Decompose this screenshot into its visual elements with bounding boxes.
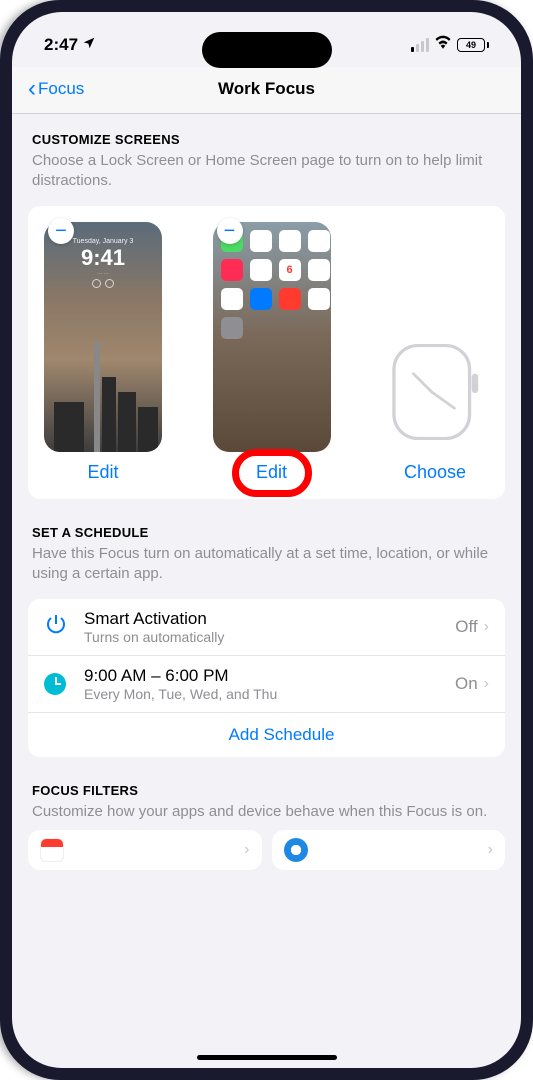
filters-desc: Customize how your apps and device behav… (32, 802, 501, 822)
nav-bar: ‹ Focus Work Focus (12, 67, 521, 114)
safari-icon (284, 838, 308, 862)
watch-icon (381, 332, 489, 452)
cellular-icon (411, 38, 429, 52)
dynamic-island (202, 32, 332, 68)
wifi-icon (434, 35, 452, 54)
content-scroll[interactable]: CUSTOMIZE SCREENS Choose a Lock Screen o… (12, 114, 521, 1065)
clock-icon (44, 673, 74, 695)
time-schedule-sub: Every Mon, Tue, Wed, and Thu (84, 686, 455, 702)
schedule-desc: Have this Focus turn on automatically at… (32, 544, 501, 583)
battery-icon: 49 (457, 38, 489, 52)
status-time: 2:47 (44, 35, 78, 55)
schedule-header: SET A SCHEDULE (32, 525, 501, 540)
smart-activation-value: Off (455, 617, 477, 637)
choose-watch-button[interactable]: Choose (404, 462, 466, 483)
power-icon (44, 612, 74, 642)
edit-lock-screen-button[interactable]: Edit (87, 462, 118, 483)
back-button[interactable]: ‹ Focus (28, 75, 84, 103)
time-schedule-title: 9:00 AM – 6:00 PM (84, 666, 455, 686)
filter-safari-button[interactable]: › (272, 830, 506, 870)
chevron-right-icon: › (488, 841, 493, 859)
home-screen-preview[interactable]: 6 (213, 222, 331, 452)
chevron-right-icon: › (244, 841, 249, 859)
screens-card: Tuesday, January 3 9:41 ··· ··· − Edit (28, 206, 505, 499)
customize-header: CUSTOMIZE SCREENS (32, 132, 501, 147)
filter-calendar-button[interactable]: › (28, 830, 262, 870)
remove-lock-screen-button[interactable]: − (48, 218, 74, 244)
lock-screen-preview[interactable]: Tuesday, January 3 9:41 ··· ··· (44, 222, 162, 452)
edit-home-screen-button[interactable]: Edit (256, 462, 287, 483)
time-schedule-value: On (455, 674, 478, 694)
smart-activation-row[interactable]: Smart Activation Turns on automatically … (28, 599, 505, 656)
smart-activation-title: Smart Activation (84, 609, 455, 629)
page-title: Work Focus (218, 79, 315, 99)
chevron-left-icon: ‹ (28, 75, 36, 103)
filters-header: FOCUS FILTERS (32, 783, 501, 798)
smart-activation-sub: Turns on automatically (84, 629, 455, 645)
location-icon (82, 35, 96, 55)
home-screen-item: 6 − Edit (213, 222, 331, 483)
customize-desc: Choose a Lock Screen or Home Screen page… (32, 151, 501, 190)
watch-item: Choose (381, 332, 489, 483)
schedule-list: Smart Activation Turns on automatically … (28, 599, 505, 757)
time-schedule-row[interactable]: 9:00 AM – 6:00 PM Every Mon, Tue, Wed, a… (28, 656, 505, 713)
screen: 2:47 49 ‹ Focus (12, 12, 521, 1068)
chevron-right-icon: › (484, 618, 489, 636)
remove-home-screen-button[interactable]: − (217, 218, 243, 244)
add-schedule-button[interactable]: Add Schedule (28, 713, 505, 757)
lock-screen-item: Tuesday, January 3 9:41 ··· ··· − Edit (44, 222, 162, 483)
chevron-right-icon: › (484, 675, 489, 693)
watch-preview[interactable] (381, 332, 489, 452)
calendar-icon (40, 838, 64, 862)
back-label: Focus (38, 79, 84, 99)
phone-frame: 2:47 49 ‹ Focus (0, 0, 533, 1080)
home-indicator[interactable] (197, 1055, 337, 1060)
